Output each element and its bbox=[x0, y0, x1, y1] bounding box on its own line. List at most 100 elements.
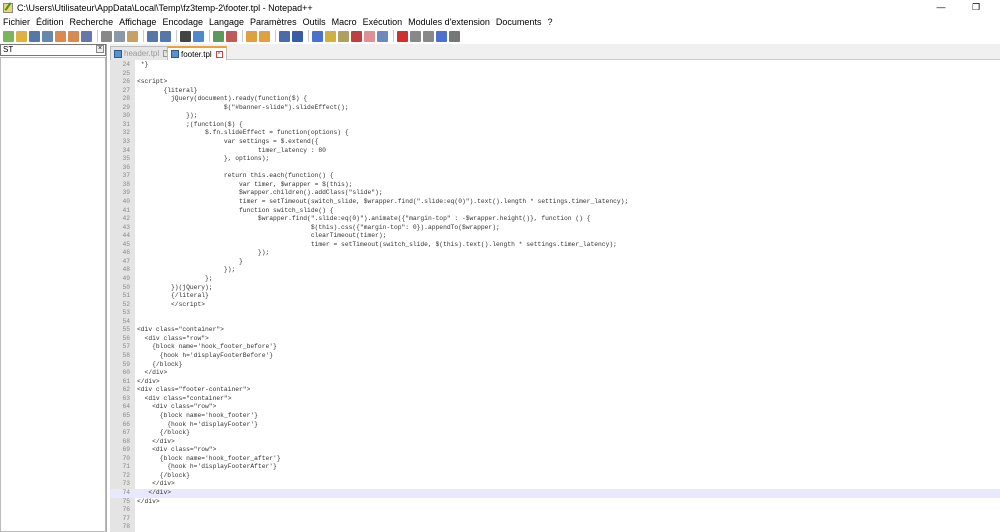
code-line[interactable]: 28 jQuery(document).ready(function($) { bbox=[110, 95, 1000, 104]
code-line[interactable]: 61 </div> bbox=[110, 378, 1000, 387]
menu--[interactable]: ? bbox=[544, 17, 555, 27]
code-line[interactable]: 48 }); bbox=[110, 266, 1000, 275]
code-line[interactable]: 65 {block name='hook_footer'} bbox=[110, 412, 1000, 421]
menu-encodage[interactable]: Encodage bbox=[159, 17, 206, 27]
menu-ex-cution[interactable]: Exécution bbox=[360, 17, 406, 27]
menu--dition[interactable]: Édition bbox=[33, 17, 67, 27]
code-line[interactable]: 78 bbox=[110, 523, 1000, 532]
code-line[interactable]: 62 <div class="footer-container"> bbox=[110, 386, 1000, 395]
lang-define-icon[interactable] bbox=[325, 30, 336, 42]
code-line[interactable]: 24 *} bbox=[110, 61, 1000, 70]
code-line[interactable]: 60 </div> bbox=[110, 369, 1000, 378]
code-line[interactable]: 52 </script> bbox=[110, 301, 1000, 310]
paste-icon[interactable] bbox=[127, 30, 138, 42]
code-line[interactable]: 37 return this.each(function() { bbox=[110, 172, 1000, 181]
code-line[interactable]: 50 })(jQuery); bbox=[110, 284, 1000, 293]
zoom-out-icon[interactable] bbox=[226, 30, 237, 42]
code-line[interactable]: 46 }); bbox=[110, 249, 1000, 258]
code-line[interactable]: 75 </div> bbox=[110, 498, 1000, 507]
code-line[interactable]: 67 {/block} bbox=[110, 429, 1000, 438]
undo-icon[interactable] bbox=[147, 30, 158, 42]
code-line[interactable]: 58 {hook h='displayFooterBefore'} bbox=[110, 352, 1000, 361]
sync-vertical-icon[interactable] bbox=[246, 30, 257, 42]
code-line[interactable]: 49 }; bbox=[110, 275, 1000, 284]
code-line[interactable]: 36 bbox=[110, 164, 1000, 173]
replace-icon[interactable] bbox=[193, 30, 204, 42]
copy-icon[interactable] bbox=[114, 30, 125, 42]
code-line[interactable]: 31 ;(function($) { bbox=[110, 121, 1000, 130]
panel-close-button[interactable]: × bbox=[96, 45, 104, 53]
code-line[interactable]: 66 {hook h='displayFooter'} bbox=[110, 421, 1000, 430]
code-line[interactable]: 43 $(this).css({"margin-top": 0}).append… bbox=[110, 224, 1000, 233]
menu-fichier[interactable]: Fichier bbox=[0, 17, 33, 27]
code-line[interactable]: 25 bbox=[110, 70, 1000, 79]
code-line[interactable]: 71 {hook h='displayFooterAfter'} bbox=[110, 463, 1000, 472]
code-line[interactable]: 29 $("#banner-slide").slideEffect(); bbox=[110, 104, 1000, 113]
code-line[interactable]: 27 {literal} bbox=[110, 87, 1000, 96]
code-line[interactable]: 51 {/literal} bbox=[110, 292, 1000, 301]
function-list-icon[interactable] bbox=[351, 30, 362, 42]
code-editor[interactable]: 24 *} 25 26 <script> 27 {literal} 28 jQuery(d… bbox=[110, 60, 1000, 532]
stop-record-icon[interactable] bbox=[410, 30, 421, 42]
code-line[interactable]: 47 } bbox=[110, 258, 1000, 267]
code-line[interactable]: 35 }, options); bbox=[110, 155, 1000, 164]
code-line[interactable]: 55 <div class="container"> bbox=[110, 326, 1000, 335]
menu-outils[interactable]: Outils bbox=[300, 17, 329, 27]
record-macro-icon[interactable] bbox=[397, 30, 408, 42]
code-line[interactable]: 72 {/block} bbox=[110, 472, 1000, 481]
menu-modules-d-extension[interactable]: Modules d'extension bbox=[405, 17, 493, 27]
close-tab-icon[interactable]: × bbox=[215, 50, 223, 58]
menu-recherche[interactable]: Recherche bbox=[67, 17, 117, 27]
code-line[interactable]: 33 var settings = $.extend({ bbox=[110, 138, 1000, 147]
code-line[interactable]: 68 </div> bbox=[110, 438, 1000, 447]
code-line[interactable]: 45 timer = setTimeout(switch_slide, $(th… bbox=[110, 241, 1000, 250]
code-line[interactable]: 77 bbox=[110, 515, 1000, 524]
code-line[interactable]: 30 }); bbox=[110, 112, 1000, 121]
zoom-in-icon[interactable] bbox=[213, 30, 224, 42]
code-line[interactable]: 73 </div> bbox=[110, 480, 1000, 489]
find-icon[interactable] bbox=[180, 30, 191, 42]
code-line[interactable]: 63 <div class="container"> bbox=[110, 395, 1000, 404]
code-line[interactable]: 42 $wrapper.find(".slide:eq(0)").animate… bbox=[110, 215, 1000, 224]
code-line[interactable]: 59 {/block} bbox=[110, 361, 1000, 370]
code-line[interactable]: 40 timer = setTimeout(switch_slide, $wra… bbox=[110, 198, 1000, 207]
print-icon[interactable] bbox=[81, 30, 92, 42]
code-line[interactable]: 54 bbox=[110, 318, 1000, 327]
show-all-chars-icon[interactable] bbox=[292, 30, 303, 42]
code-line[interactable]: 38 var timer, $wrapper = $(this); bbox=[110, 181, 1000, 190]
save-icon[interactable] bbox=[29, 30, 40, 42]
code-line[interactable]: 70 {block name='hook_footer_after'} bbox=[110, 455, 1000, 464]
cut-icon[interactable] bbox=[101, 30, 112, 42]
open-file-icon[interactable] bbox=[16, 30, 27, 42]
redo-icon[interactable] bbox=[160, 30, 171, 42]
panel-list[interactable] bbox=[0, 57, 106, 532]
panel-search-input[interactable]: ST bbox=[0, 44, 106, 56]
code-line[interactable]: 74 </div> bbox=[110, 489, 1000, 498]
menu-macro[interactable]: Macro bbox=[329, 17, 360, 27]
run-macro-multiple-icon[interactable] bbox=[436, 30, 447, 42]
new-file-icon[interactable] bbox=[3, 30, 14, 42]
code-line[interactable]: 32 $.fn.slideEffect = function(options) … bbox=[110, 129, 1000, 138]
code-line[interactable]: 57 {block name='hook_footer_before'} bbox=[110, 343, 1000, 352]
code-line[interactable]: 76 bbox=[110, 506, 1000, 515]
menu-documents[interactable]: Documents bbox=[493, 17, 545, 27]
code-line[interactable]: 56 <div class="row"> bbox=[110, 335, 1000, 344]
indent-guide-icon[interactable] bbox=[312, 30, 323, 42]
save-all-icon[interactable] bbox=[42, 30, 53, 42]
sync-horizontal-icon[interactable] bbox=[259, 30, 270, 42]
monitor-icon[interactable] bbox=[377, 30, 388, 42]
code-line[interactable]: 53 bbox=[110, 309, 1000, 318]
code-line[interactable]: 69 <div class="row"> bbox=[110, 446, 1000, 455]
menu-langage[interactable]: Langage bbox=[206, 17, 247, 27]
save-macro-icon[interactable] bbox=[449, 30, 460, 42]
code-line[interactable]: 44 clearTimeout(timer); bbox=[110, 232, 1000, 241]
doc-map-icon[interactable] bbox=[338, 30, 349, 42]
menu-param-tres[interactable]: Paramètres bbox=[247, 17, 300, 27]
code-line[interactable]: 39 $wrapper.children().addClass("slide")… bbox=[110, 189, 1000, 198]
tab-header-tpl[interactable]: header.tpl × bbox=[110, 46, 175, 60]
code-line[interactable]: 34 timer_latency : 80 bbox=[110, 147, 1000, 156]
folder-workspace-icon[interactable] bbox=[364, 30, 375, 42]
code-line[interactable]: 64 <div class="row"> bbox=[110, 403, 1000, 412]
word-wrap-icon[interactable] bbox=[279, 30, 290, 42]
code-line[interactable]: 26 <script> bbox=[110, 78, 1000, 87]
